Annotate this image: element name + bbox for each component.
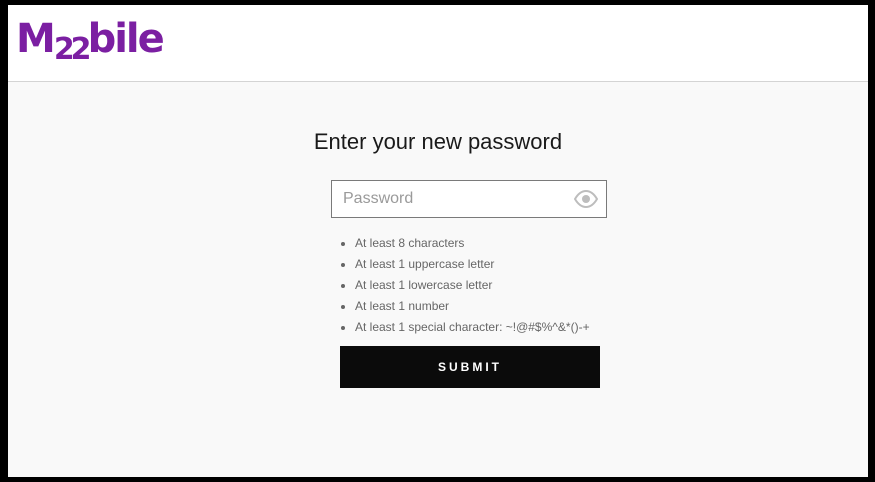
password-field — [331, 180, 607, 218]
password-requirements: At least 8 characters At least 1 upperca… — [339, 233, 590, 338]
logo-digits: 22 — [53, 32, 92, 67]
page: M22bile Enter your new password At least… — [8, 5, 868, 477]
requirement-item: At least 8 characters — [355, 233, 590, 254]
header: M 22 bile — [8, 5, 868, 82]
requirement-item: At least 1 number — [355, 296, 590, 317]
logo-suffix: bile — [87, 16, 165, 62]
logo-prefix: M — [16, 16, 56, 62]
requirement-item: At least 1 special character: ~!@#$%^&*(… — [355, 317, 590, 338]
eye-icon[interactable] — [573, 189, 599, 209]
password-input[interactable] — [332, 181, 568, 217]
requirement-item: At least 1 lowercase letter — [355, 275, 590, 296]
requirement-item: At least 1 uppercase letter — [355, 254, 590, 275]
submit-button[interactable]: SUBMIT — [340, 346, 600, 388]
brand-logo[interactable]: M 22 bile — [16, 15, 165, 67]
page-title: Enter your new password — [313, 129, 563, 154]
